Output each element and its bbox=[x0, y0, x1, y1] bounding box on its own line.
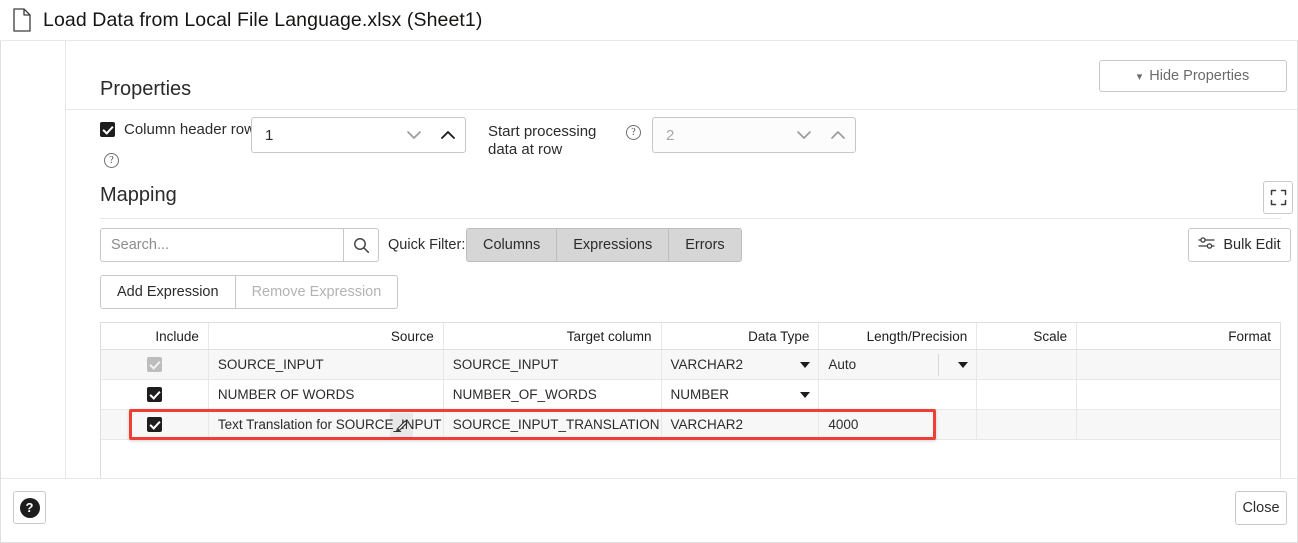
row-data-type-cell[interactable]: NUMBER bbox=[662, 380, 820, 409]
start-processing-help-icon[interactable]: ? bbox=[626, 125, 641, 140]
grid-header-source[interactable]: Source bbox=[209, 323, 444, 349]
chevron-down-icon[interactable] bbox=[800, 392, 810, 398]
row-format-cell[interactable] bbox=[1077, 350, 1280, 379]
table-row[interactable]: SOURCE_INPUT SOURCE_INPUT VARCHAR2 Auto bbox=[101, 350, 1280, 380]
grid-header-row: Include Source Target column Data Type L… bbox=[101, 323, 1280, 350]
table-row[interactable]: NUMBER OF WORDS NUMBER_OF_WORDS NUMBER bbox=[101, 380, 1280, 410]
start-processing-value: 2 bbox=[653, 127, 787, 144]
row-target-cell[interactable]: SOURCE_INPUT_TRANSLATION bbox=[444, 410, 662, 439]
quick-filter-group: Columns Expressions Errors bbox=[466, 228, 742, 262]
bulk-edit-label: Bulk Edit bbox=[1223, 237, 1280, 253]
mapping-divider bbox=[100, 218, 1281, 219]
stepper-down-icon[interactable] bbox=[787, 118, 821, 152]
chevron-down-icon[interactable] bbox=[958, 362, 968, 368]
panel-divider bbox=[65, 41, 66, 478]
hide-properties-button[interactable]: ▾ Hide Properties bbox=[1099, 60, 1287, 92]
start-processing-stepper[interactable]: 2 bbox=[652, 117, 856, 153]
row-source-cell[interactable]: NUMBER OF WORDS bbox=[209, 380, 444, 409]
stepper-up-icon[interactable] bbox=[821, 118, 855, 152]
chevron-down-icon[interactable] bbox=[800, 362, 810, 368]
row-target-cell[interactable]: NUMBER_OF_WORDS bbox=[444, 380, 662, 409]
grid-header-data-type[interactable]: Data Type bbox=[662, 323, 820, 349]
column-header-row-checkbox[interactable] bbox=[100, 122, 115, 137]
bulk-edit-button[interactable]: Bulk Edit bbox=[1188, 228, 1291, 262]
column-header-row-field: Column header row bbox=[100, 121, 255, 138]
fullscreen-expand-icon[interactable] bbox=[1263, 181, 1293, 214]
search-box bbox=[100, 228, 379, 262]
include-checkbox[interactable] bbox=[147, 387, 162, 402]
row-scale-cell[interactable] bbox=[977, 410, 1077, 439]
row-target-cell[interactable]: SOURCE_INPUT bbox=[444, 350, 662, 379]
quick-filter-label: Quick Filter: bbox=[388, 237, 465, 253]
row-format-cell[interactable] bbox=[1077, 380, 1280, 409]
start-processing-label: Start processing data at row bbox=[488, 123, 624, 159]
row-format-cell[interactable] bbox=[1077, 410, 1280, 439]
dialog-footer: ? Close bbox=[1, 478, 1297, 542]
add-expression-button[interactable]: Add Expression bbox=[100, 275, 236, 309]
help-button[interactable]: ? bbox=[13, 491, 46, 524]
row-data-type-value: VARCHAR2 bbox=[671, 357, 744, 372]
load-data-dialog: Load Data from Local File Language.xlsx … bbox=[0, 0, 1298, 543]
include-checkbox bbox=[147, 357, 162, 372]
grid-empty-area bbox=[101, 440, 1280, 478]
column-header-row-stepper[interactable]: 1 bbox=[251, 117, 466, 153]
quick-filter-expressions[interactable]: Expressions bbox=[556, 228, 668, 262]
properties-heading: Properties bbox=[100, 78, 191, 101]
row-include-cell bbox=[101, 380, 209, 409]
row-data-type-value: NUMBER bbox=[671, 387, 730, 402]
row-length-cell[interactable]: 4000 bbox=[819, 410, 977, 439]
length-dropdown-separator bbox=[938, 354, 939, 376]
grid-header-scale[interactable]: Scale bbox=[977, 323, 1077, 349]
dialog-titlebar: Load Data from Local File Language.xlsx … bbox=[0, 0, 1298, 41]
document-icon bbox=[12, 8, 32, 32]
dialog-body: Properties ▾ Hide Properties Column head… bbox=[0, 41, 1298, 543]
row-include-cell bbox=[101, 350, 209, 379]
sliders-icon bbox=[1198, 236, 1215, 254]
row-source-cell[interactable]: SOURCE_INPUT bbox=[209, 350, 444, 379]
mapping-heading: Mapping bbox=[100, 184, 177, 207]
row-length-cell[interactable] bbox=[819, 380, 977, 409]
help-question-icon: ? bbox=[20, 498, 40, 518]
table-row[interactable]: Text Translation for SOURCE_INPUT to SOU… bbox=[101, 410, 1280, 440]
grid-header-target-column[interactable]: Target column bbox=[444, 323, 662, 349]
column-header-row-help-icon[interactable]: ? bbox=[104, 153, 119, 168]
row-scale-cell[interactable] bbox=[977, 350, 1077, 379]
quick-filter-errors[interactable]: Errors bbox=[668, 228, 741, 262]
row-scale-cell[interactable] bbox=[977, 380, 1077, 409]
close-button[interactable]: Close bbox=[1235, 491, 1287, 525]
row-data-type-cell[interactable]: VARCHAR2 bbox=[662, 410, 820, 439]
stepper-up-icon[interactable] bbox=[431, 118, 465, 152]
grid-header-format[interactable]: Format bbox=[1077, 323, 1280, 349]
row-length-value: Auto bbox=[828, 357, 856, 372]
row-length-cell[interactable]: Auto bbox=[819, 350, 977, 379]
column-header-row-value: 1 bbox=[252, 127, 397, 144]
search-input[interactable] bbox=[100, 228, 344, 262]
properties-divider bbox=[67, 109, 1297, 110]
grid-header-include[interactable]: Include bbox=[101, 323, 209, 349]
row-data-type-cell[interactable]: VARCHAR2 bbox=[662, 350, 820, 379]
expression-buttons: Add Expression Remove Expression bbox=[100, 275, 398, 309]
pencil-icon[interactable] bbox=[390, 413, 413, 438]
column-header-row-label: Column header row bbox=[124, 121, 255, 138]
stepper-down-icon[interactable] bbox=[397, 118, 431, 152]
quick-filter-columns[interactable]: Columns bbox=[466, 228, 556, 262]
search-icon[interactable] bbox=[344, 228, 379, 262]
mapping-grid: Include Source Target column Data Type L… bbox=[100, 322, 1281, 478]
row-include-cell bbox=[101, 410, 209, 439]
remove-expression-button: Remove Expression bbox=[236, 275, 399, 309]
hide-properties-label: Hide Properties bbox=[1149, 68, 1249, 84]
include-checkbox[interactable] bbox=[147, 417, 162, 432]
grid-header-length-precision[interactable]: Length/Precision bbox=[819, 323, 977, 349]
dialog-content: Properties ▾ Hide Properties Column head… bbox=[1, 41, 1297, 478]
chevron-down-icon: ▾ bbox=[1137, 70, 1143, 83]
dialog-title: Load Data from Local File Language.xlsx … bbox=[43, 9, 482, 32]
